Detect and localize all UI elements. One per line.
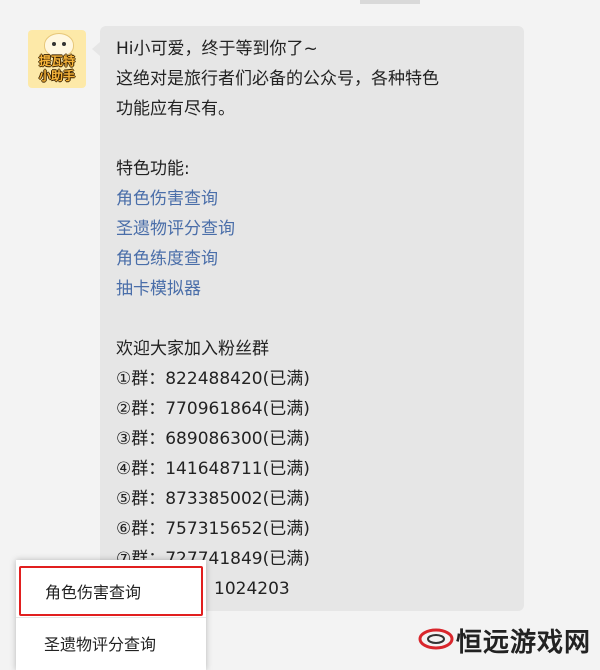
intro-line: 功能应有尽有。: [116, 99, 235, 119]
group-line: ⑥群：757315652(已满): [116, 519, 310, 539]
message-bubble: Hi小可爱，终于等到你了~ 这绝对是旅行者们必备的公众号，各种特色 功能应有尽有…: [92, 26, 524, 611]
intro-line: Hi小可爱，终于等到你了~: [116, 39, 318, 59]
menu-divider: [16, 617, 206, 618]
features-title: 特色功能:: [116, 159, 190, 179]
avatar-label-line1: 提瓦特: [38, 54, 75, 68]
feature-link-build[interactable]: 角色练度查询: [116, 244, 516, 274]
chat-area: 提瓦特 小助手 Hi小可爱，终于等到你了~ 这绝对是旅行者们必备的公众号，各种特…: [0, 0, 600, 670]
group-line: ①群：822488420(已满): [116, 369, 310, 389]
menu-item-artifact-query[interactable]: 圣遗物评分查询: [16, 620, 206, 670]
watermark: 恒远游戏网: [418, 616, 598, 666]
feature-link-artifact[interactable]: 圣遗物评分查询: [116, 214, 516, 244]
feature-link-damage[interactable]: 角色伤害查询: [116, 184, 516, 214]
avatar[interactable]: 提瓦特 小助手: [28, 30, 86, 88]
bottom-menu: 角色伤害查询 圣遗物评分查询: [16, 560, 206, 670]
watermark-text: 恒远游戏网: [456, 628, 592, 658]
intro-line: 这绝对是旅行者们必备的公众号，各种特色: [116, 69, 439, 89]
group-line: ④群：141648711(已满): [116, 459, 310, 479]
group-line: ③群：689086300(已满): [116, 429, 310, 449]
menu-item-damage-query[interactable]: 角色伤害查询: [19, 566, 203, 616]
top-strip: [360, 0, 420, 4]
watermark-logo-icon: [418, 628, 454, 650]
group-line: ②群：770961864(已满): [116, 399, 310, 419]
feature-link-gacha[interactable]: 抽卡模拟器: [116, 274, 516, 304]
message-text: Hi小可爱，终于等到你了~ 这绝对是旅行者们必备的公众号，各种特色 功能应有尽有…: [116, 34, 516, 604]
avatar-label-line2: 小助手: [38, 69, 75, 83]
group-line: ⑤群：873385002(已满): [116, 489, 310, 509]
groups-title: 欢迎大家加入粉丝群: [116, 339, 269, 359]
